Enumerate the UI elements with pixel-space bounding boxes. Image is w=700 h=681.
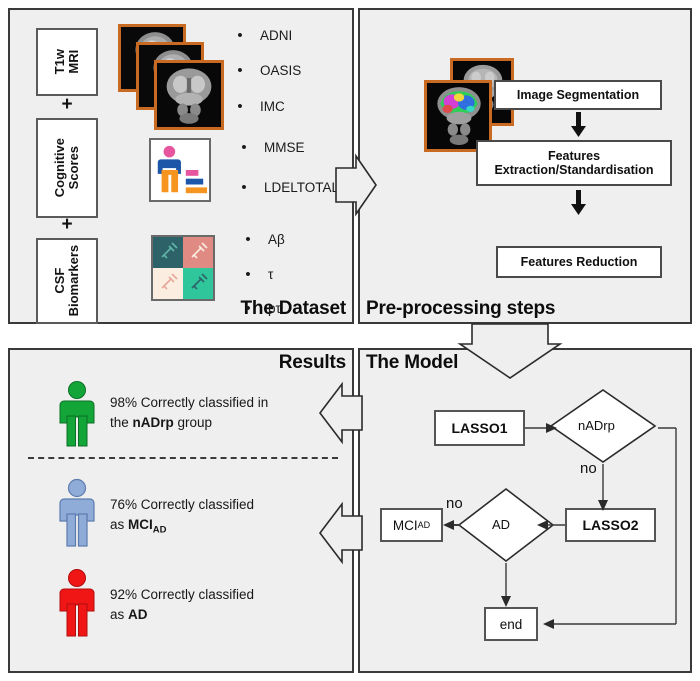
figure-canvas: The Dataset T1w MRI + Cognitive Scores + C… — [0, 0, 700, 681]
arrow-preprocessing-to-model — [457, 323, 563, 379]
step-features-reduction: Features Reduction — [496, 246, 662, 278]
result-text-nadrp: 98% Correctly classified in the nADrp gr… — [110, 393, 325, 432]
bullet-abeta: Aβ — [268, 232, 285, 247]
label-biomarkers: Biomarkers — [66, 245, 82, 317]
person-icon-red — [59, 569, 95, 637]
bullet-group-csf: • Aβ • τ • pτ — [240, 231, 285, 333]
bullet-glyph: • — [237, 98, 243, 115]
panel-title-preprocessing: Pre-processing steps — [366, 298, 556, 319]
label-csf: CSF — [52, 268, 68, 295]
arrow-down-seg-to-feat — [571, 112, 586, 137]
result-line2-bold: nADrp — [132, 414, 174, 430]
result-line2-bold: MCI — [128, 516, 153, 532]
plus-symbol-2: + — [61, 214, 73, 235]
result-line2-pre: the — [110, 414, 133, 430]
result-line2-pre: as — [110, 516, 129, 532]
result-line2-pre: as — [110, 606, 129, 622]
bullet-ldeltotal: LDELTOTAL — [264, 180, 340, 195]
result-line2-post: group — [173, 414, 213, 430]
syringe-grid-icon — [151, 235, 215, 301]
result-line1-mci: 76% Correctly classified — [110, 497, 255, 512]
step-label: Features Extraction/Standardisation — [494, 149, 653, 178]
bullet-glyph: • — [245, 300, 251, 317]
result-text-ad: 92% Correctly classified as AD — [110, 585, 325, 624]
bullet-oasis: OASIS — [260, 63, 302, 78]
mri-stack-icon — [118, 24, 224, 130]
result-line2-bold: AD — [128, 606, 148, 622]
person-icon-blue — [59, 478, 95, 547]
bullet-ptau: pτ — [268, 301, 281, 316]
step-features-extraction: Features Extraction/Standardisation — [476, 140, 672, 186]
result-line1-nadrp: 98% Correctly classified in — [110, 395, 269, 410]
label-box-cognitive-scores: Cognitive Scores — [36, 118, 98, 218]
step-label-line1: Features — [547, 148, 601, 163]
bullet-glyph: • — [237, 62, 243, 79]
plus-symbol-1: + — [61, 94, 73, 115]
bullet-adni: ADNI — [260, 28, 293, 43]
model-edges — [443, 423, 677, 629]
label-mri: MRI — [65, 50, 81, 74]
results-divider — [28, 457, 338, 459]
label-box-csf-biomarkers: CSF Biomarkers — [36, 238, 98, 324]
result-line2-sub: AD — [152, 524, 167, 536]
panel-dataset: The Dataset T1w MRI + Cognitive Scores + C… — [8, 8, 354, 324]
bullet-glyph: • — [241, 139, 247, 156]
cog-head — [163, 145, 176, 158]
step-image-segmentation: Image Segmentation — [494, 80, 662, 110]
label-t1w: T1w — [52, 49, 68, 75]
bullet-tau: τ — [268, 267, 274, 282]
bullet-mmse: MMSE — [264, 140, 305, 155]
mri-slice-3-coronal — [157, 63, 221, 127]
result-line1-ad: 92% Correctly classified — [110, 587, 255, 602]
label-cognitive: Cognitive — [52, 138, 68, 198]
bullet-glyph: • — [245, 231, 251, 248]
arrow-model-to-results-2 — [318, 501, 363, 565]
panel-title-results: Results — [278, 352, 346, 373]
bullet-glyph: • — [237, 27, 243, 44]
person-barchart-icon — [149, 138, 211, 202]
step-label-line2: Extraction/Standardisation — [494, 163, 654, 177]
step-label: Features Reduction — [520, 254, 638, 269]
arrow-model-to-results-1 — [318, 381, 363, 445]
arrow-down-feat-to-red — [571, 190, 586, 215]
label-box-t1w-mri: T1w MRI — [36, 28, 98, 96]
bullet-group-datasets: • ADNI • OASIS • IMC — [232, 28, 301, 133]
arrow-dataset-to-preprocessing — [335, 153, 377, 217]
bullet-group-cognitive: • MMSE • LDELTOTAL — [236, 140, 339, 214]
bullet-glyph: • — [241, 179, 247, 196]
label-scores: Scores — [66, 146, 82, 190]
step-label: Image Segmentation — [516, 87, 640, 102]
result-text-mci: 76% Correctly classified as MCIAD — [110, 495, 325, 537]
person-icon-green — [59, 381, 95, 447]
edge-label-no-ad: no — [446, 495, 463, 512]
bullet-glyph: • — [245, 266, 251, 283]
bullet-imc: IMC — [260, 99, 285, 114]
edge-label-no-nadrp: no — [580, 460, 597, 477]
